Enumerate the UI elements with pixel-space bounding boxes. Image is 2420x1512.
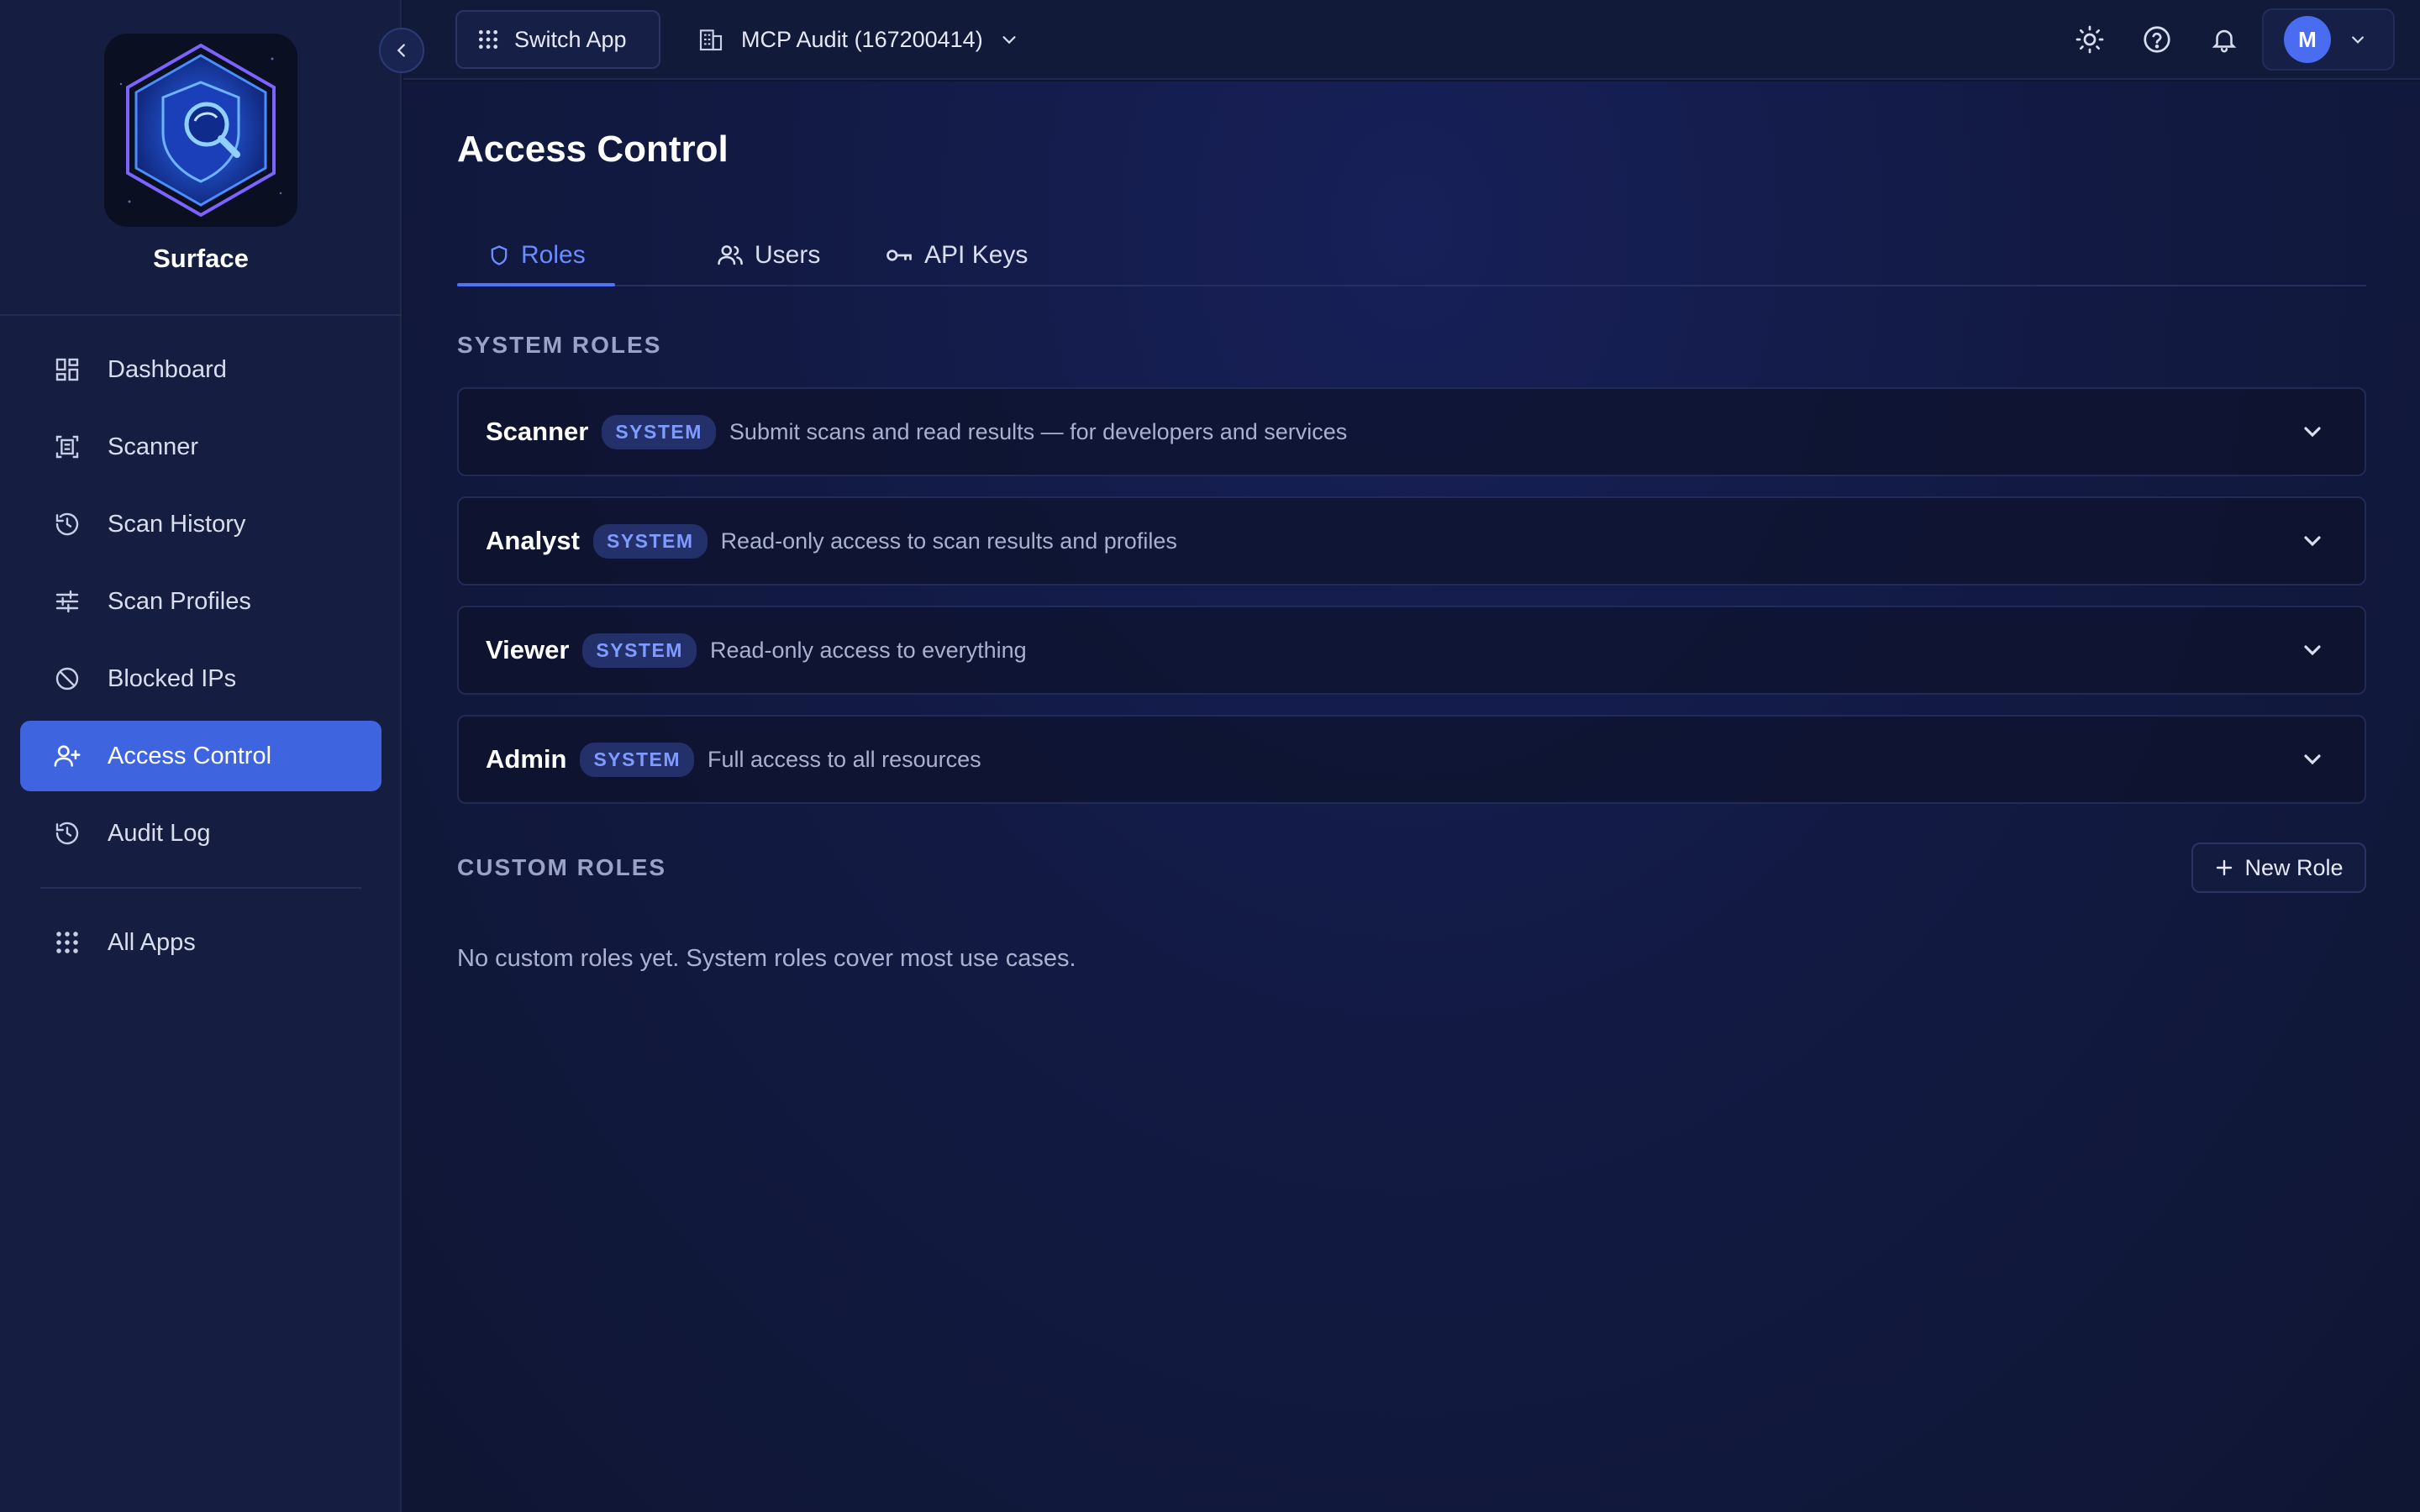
sidebar-item-label: Audit Log <box>108 819 211 847</box>
block-icon <box>52 664 82 694</box>
sidebar-item-audit-log[interactable]: Audit Log <box>20 798 381 869</box>
new-role-button[interactable]: New Role <box>2191 843 2366 893</box>
switch-app-button[interactable]: Switch App <box>455 10 660 69</box>
scanner-icon <box>52 432 82 462</box>
dashboard-icon <box>52 354 82 385</box>
role-description: Read-only access to everything <box>709 637 1027 663</box>
system-badge: SYSTEM <box>592 523 708 559</box>
sidebar-divider <box>0 314 402 316</box>
sidebar-item-label: Scanner <box>108 433 199 460</box>
chevron-down-icon <box>2352 36 2364 44</box>
main-content: Access Control Roles Users API Keys SYST… <box>403 81 2420 1512</box>
role-description: Read-only access to scan results and pro… <box>720 528 1177 554</box>
history-icon <box>52 818 82 848</box>
role-name: Admin <box>486 744 567 774</box>
plus-icon <box>2217 859 2233 876</box>
sidebar-item-label: Access Control <box>108 742 272 769</box>
chevron-left-icon <box>397 44 405 57</box>
user-plus-icon <box>52 741 82 771</box>
tab-bar: Roles Users API Keys <box>457 224 2366 286</box>
role-name: Analyst <box>486 526 580 555</box>
role-card-viewer[interactable]: Viewer SYSTEM Read-only access to everyt… <box>457 606 2366 695</box>
user-menu-button[interactable]: M <box>2262 8 2395 71</box>
system-badge: SYSTEM <box>602 414 716 449</box>
topbar: Switch App MCP Audit (167200414) M <box>403 0 2420 80</box>
tab-label: API Keys <box>924 241 1028 269</box>
app-logo <box>104 34 297 227</box>
bell-icon <box>2212 29 2237 53</box>
active-tab-indicator <box>457 283 615 286</box>
system-roles-heading: SYSTEM ROLES <box>457 332 662 358</box>
organization-select[interactable]: MCP Audit (167200414) <box>697 10 1018 69</box>
avatar: M <box>2284 16 2331 63</box>
sidebar-collapse-button[interactable] <box>379 28 424 73</box>
sidebar-nav: Dashboard Scanner Scan History Scan Prof… <box>20 334 381 984</box>
shield-search-logo-icon <box>104 34 297 227</box>
history-icon <box>52 509 82 539</box>
theme-toggle-button[interactable] <box>2073 23 2107 56</box>
role-card-analyst[interactable]: Analyst SYSTEM Read-only access to scan … <box>457 496 2366 585</box>
building-icon <box>699 29 723 51</box>
chevron-down-icon <box>1002 36 1016 45</box>
sidebar-item-label: Scan Profiles <box>108 587 251 615</box>
tab-users[interactable]: Users <box>716 224 820 286</box>
sidebar-item-scanner[interactable]: Scanner <box>20 412 381 482</box>
tab-label: Users <box>755 241 821 269</box>
sun-icon <box>2075 25 2104 54</box>
sidebar: Surface Dashboard Scanner Scan History S… <box>0 0 402 1512</box>
new-role-label: New Role <box>2244 854 2344 880</box>
notifications-button[interactable] <box>2207 23 2241 56</box>
sidebar-item-label: All Apps <box>108 928 196 956</box>
chevron-down-icon <box>2304 536 2321 547</box>
chevron-down-icon <box>2304 645 2321 656</box>
sidebar-item-label: Scan History <box>108 510 246 538</box>
sidebar-divider <box>40 887 361 889</box>
shield-icon <box>491 245 508 265</box>
chevron-down-icon <box>2304 427 2321 438</box>
sidebar-item-scan-history[interactable]: Scan History <box>20 489 381 559</box>
custom-roles-heading: CUSTOM ROLES <box>457 854 667 880</box>
users-icon <box>718 245 743 265</box>
role-card-admin[interactable]: Admin SYSTEM Full access to all resource… <box>457 715 2366 804</box>
sidebar-item-scan-profiles[interactable]: Scan Profiles <box>20 566 381 637</box>
help-icon <box>2144 26 2170 53</box>
role-card-scanner[interactable]: Scanner SYSTEM Submit scans and read res… <box>457 387 2366 476</box>
role-name: Scanner <box>486 417 589 446</box>
system-badge: SYSTEM <box>582 633 697 668</box>
sidebar-item-label: Blocked IPs <box>108 664 237 692</box>
role-description: Full access to all resources <box>708 746 981 772</box>
chevron-down-icon <box>2304 754 2321 765</box>
tab-api-keys[interactable]: API Keys <box>884 224 1028 286</box>
system-badge: SYSTEM <box>580 742 695 777</box>
grid-icon <box>478 29 498 50</box>
tab-roles[interactable]: Roles <box>487 224 586 286</box>
role-name: Viewer <box>486 635 570 664</box>
sidebar-item-dashboard[interactable]: Dashboard <box>20 334 381 405</box>
help-button[interactable] <box>2140 23 2174 56</box>
sidebar-item-blocked-ips[interactable]: Blocked IPs <box>20 643 381 714</box>
tab-label: Roles <box>521 241 586 269</box>
organization-label: MCP Audit (167200414) <box>741 26 983 52</box>
role-description: Submit scans and read results — for deve… <box>729 418 1348 444</box>
sidebar-item-label: Dashboard <box>108 355 227 383</box>
custom-roles-empty-state: No custom roles yet. System roles cover … <box>457 945 1076 972</box>
grid-icon <box>52 927 82 958</box>
sidebar-item-access-control[interactable]: Access Control <box>20 721 381 791</box>
sidebar-item-all-apps[interactable]: All Apps <box>20 907 381 978</box>
page-title: Access Control <box>457 129 729 170</box>
key-icon <box>886 249 912 261</box>
sliders-icon <box>52 586 82 617</box>
switch-app-label: Switch App <box>514 26 627 52</box>
app-name: Surface <box>153 244 249 273</box>
